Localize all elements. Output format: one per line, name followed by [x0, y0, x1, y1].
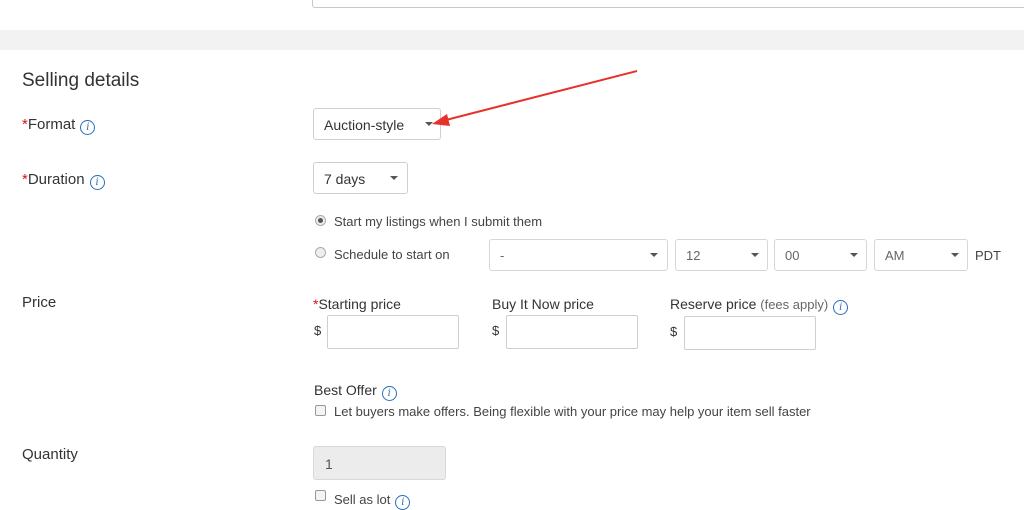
arrow-shaft — [441, 70, 638, 122]
arrow-head — [432, 114, 450, 126]
annotation-arrow-icon — [432, 70, 638, 126]
